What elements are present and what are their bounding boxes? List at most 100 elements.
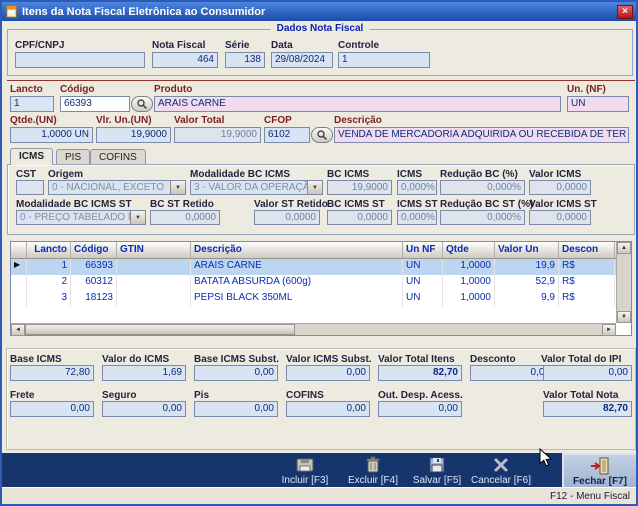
cell-desconto: R$ xyxy=(559,291,615,307)
bc-st-retido-label: BC ST Retido xyxy=(150,199,214,210)
scroll-right-icon[interactable]: ► xyxy=(602,324,616,336)
bc-icms-st-input[interactable]: 0,0000 xyxy=(327,210,392,225)
cfop-search-button[interactable] xyxy=(311,127,333,143)
valor-st-retido-input[interactable]: 0,0000 xyxy=(254,210,320,225)
close-button[interactable]: × xyxy=(617,4,633,19)
origem-select[interactable]: 0 - NACIONAL, EXCETO ▼ xyxy=(48,180,186,195)
cfop-input[interactable]: 6102 xyxy=(264,127,310,143)
cst-input[interactable] xyxy=(16,180,44,195)
controle-input[interactable]: 1 xyxy=(338,52,430,68)
base-icms-input[interactable]: 72,80 xyxy=(10,365,94,381)
table-row[interactable]: 2 60312 BATATA ABSURDA (600g) UN 1,0000 … xyxy=(11,275,631,291)
chevron-down-icon: ▼ xyxy=(170,181,185,194)
salvar-button[interactable]: Salvar [F5] xyxy=(406,454,468,490)
col-lancto[interactable]: Lancto xyxy=(27,242,71,258)
cancelar-label: Cancelar [F6] xyxy=(470,475,532,486)
scroll-up-icon[interactable]: ▲ xyxy=(617,242,631,254)
col-valor-un[interactable]: Valor Un xyxy=(495,242,559,258)
table-row[interactable]: 3 18123 PEPSI BLACK 350ML UN 1,0000 9,9 … xyxy=(11,291,631,307)
valor-do-icms-input[interactable]: 1,69 xyxy=(102,365,186,381)
tab-icms[interactable]: ICMS xyxy=(10,148,53,165)
cell-codigo: 66393 xyxy=(71,259,117,275)
incluir-button[interactable]: Incluir [F3] xyxy=(274,454,336,490)
valor-total-itens-input[interactable]: 82,70 xyxy=(378,365,462,381)
valor-icms-st-input[interactable]: 0,0000 xyxy=(529,210,591,225)
origem-value: 0 - NACIONAL, EXCETO xyxy=(52,181,165,193)
add-record-icon xyxy=(274,455,336,475)
cell-un-nf: UN xyxy=(403,291,443,307)
valor-total-nota-label: Valor Total Nota xyxy=(543,390,619,401)
scroll-left-icon[interactable]: ◄ xyxy=(11,324,25,336)
col-descricao[interactable]: Descrição xyxy=(191,242,403,258)
bc-icms-label: BC ICMS xyxy=(327,169,370,180)
excluir-button[interactable]: Excluir [F4] xyxy=(342,454,404,490)
status-bar: F12 - Menu Fiscal xyxy=(2,487,636,504)
cell-descricao: PEPSI BLACK 350ML xyxy=(191,291,403,307)
un-nf-input[interactable]: UN xyxy=(567,96,629,112)
cancelar-button[interactable]: Cancelar [F6] xyxy=(470,454,532,490)
horizontal-scrollbar[interactable]: ◄ ► xyxy=(11,323,616,336)
mod-bc-select[interactable]: 3 - VALOR DA OPERAÇÃO ▼ xyxy=(190,180,323,195)
reducao-bc-input[interactable]: 0,000% xyxy=(440,180,525,195)
valor-total-ipi-input[interactable]: 0,00 xyxy=(543,365,632,381)
serie-label: Série xyxy=(225,40,250,51)
exit-door-icon xyxy=(564,456,636,476)
valor-icms-input[interactable]: 0,0000 xyxy=(529,180,591,195)
base-icms-subst-input[interactable]: 0,00 xyxy=(194,365,278,381)
col-gtin[interactable]: GTIN xyxy=(117,242,191,258)
icms-input[interactable]: 0,000% xyxy=(397,180,437,195)
out-desp-input[interactable]: 0,00 xyxy=(378,401,462,417)
codigo-search-button[interactable] xyxy=(131,96,153,112)
mod-bc-st-select[interactable]: 0 - PREÇO TABELADO MÁXIMO ▼ xyxy=(16,210,146,225)
icms-st-label: ICMS ST xyxy=(397,199,438,210)
cofins-input[interactable]: 0,00 xyxy=(286,401,370,417)
cell-codigo: 60312 xyxy=(71,275,117,291)
bc-icms-input[interactable]: 19,9000 xyxy=(327,180,392,195)
col-un-nf[interactable]: Un NF xyxy=(403,242,443,258)
base-icms-subst-label: Base ICMS Subst. xyxy=(194,354,280,365)
mod-bc-st-label: Modalidade BC ICMS ST xyxy=(16,199,132,210)
cell-lancto: 3 xyxy=(27,291,71,307)
valor-total-input[interactable]: 19,9000 xyxy=(174,127,261,143)
nota-fiscal-input[interactable]: 464 xyxy=(152,52,218,68)
col-codigo[interactable]: Código xyxy=(71,242,117,258)
valor-icms-subst-input[interactable]: 0,00 xyxy=(286,365,370,381)
vertical-scrollbar[interactable]: ▲ ▼ xyxy=(616,242,631,323)
valor-total-nota-input[interactable]: 82,70 xyxy=(543,401,632,417)
row-selector-cell xyxy=(11,275,27,291)
vlr-un-input[interactable]: 19,9000 xyxy=(96,127,171,143)
fechar-button[interactable]: Fechar [F7] xyxy=(562,453,636,491)
reducao-bc-st-input[interactable]: 0,000% xyxy=(440,210,525,225)
serie-input[interactable]: 138 xyxy=(225,52,265,68)
cell-un-nf: UN xyxy=(403,259,443,275)
mouse-cursor xyxy=(539,447,553,473)
table-row[interactable]: ▶ 1 66393 ARAIS CARNE UN 1,0000 19,9 R$ xyxy=(11,259,631,275)
seguro-input[interactable]: 0,00 xyxy=(102,401,186,417)
pis-input[interactable]: 0,00 xyxy=(194,401,278,417)
cell-lancto: 2 xyxy=(27,275,71,291)
cell-gtin xyxy=(117,291,191,307)
qtde-input[interactable]: 1,0000 UN xyxy=(10,127,93,143)
tab-pis[interactable]: PIS xyxy=(56,149,91,165)
frete-input[interactable]: 0,00 xyxy=(10,401,94,417)
produto-input[interactable]: ARAIS CARNE xyxy=(154,96,561,112)
reducao-bc-st-label: Redução BC ST (%) xyxy=(440,199,534,210)
cpf-cnpj-input[interactable] xyxy=(15,52,145,68)
codigo-input[interactable]: 66393 xyxy=(60,96,130,112)
scroll-down-icon[interactable]: ▼ xyxy=(617,311,631,323)
lancto-input[interactable]: 1 xyxy=(10,96,54,112)
icms-st-input[interactable]: 0,000% xyxy=(397,210,437,225)
app-icon xyxy=(5,5,18,18)
data-input[interactable]: 29/08/2024 xyxy=(271,52,333,68)
bc-st-retido-input[interactable]: 0,0000 xyxy=(150,210,220,225)
origem-label: Origem xyxy=(48,169,84,180)
cell-codigo: 18123 xyxy=(71,291,117,307)
scrollbar-thumb[interactable] xyxy=(25,324,295,335)
descricao-label: Descrição xyxy=(334,115,382,126)
descricao-input[interactable]: VENDA DE MERCADORIA ADQUIRIDA OU RECEBID… xyxy=(334,127,629,143)
col-qtde[interactable]: Qtde xyxy=(443,242,495,258)
tab-cofins[interactable]: COFINS xyxy=(90,149,146,165)
pis-label: Pis xyxy=(194,390,210,401)
col-desconto[interactable]: Descon xyxy=(559,242,615,258)
desconto-input[interactable]: 0,00 xyxy=(470,365,554,381)
